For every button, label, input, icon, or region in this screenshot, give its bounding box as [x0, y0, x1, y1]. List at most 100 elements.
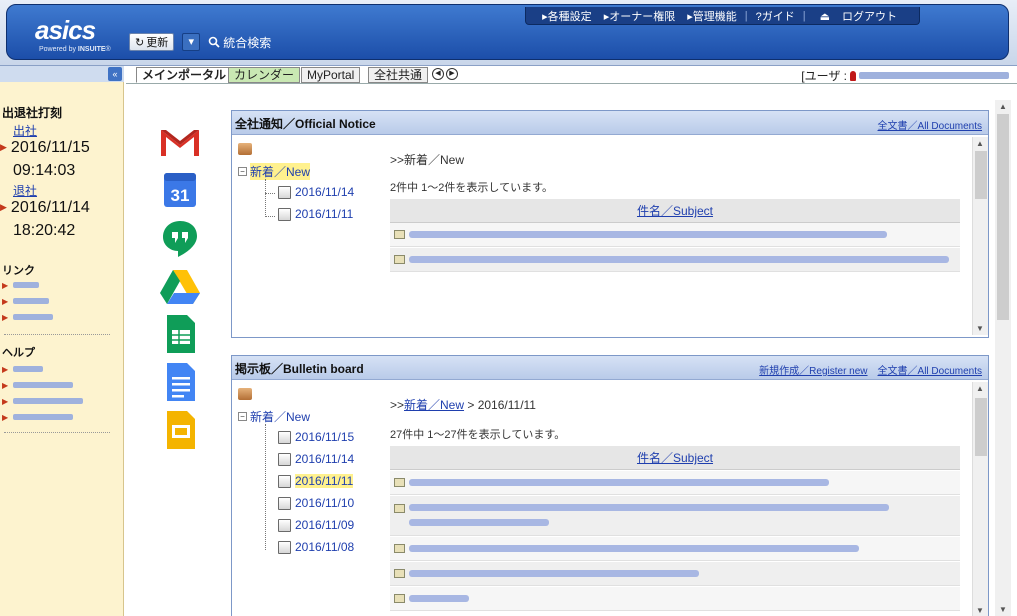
register-new-link[interactable]: 新規作成／Register new [759, 362, 867, 377]
help-link[interactable]: ▶ [2, 380, 74, 390]
scroll-down-icon[interactable]: ▼ [976, 324, 984, 333]
sidebar-link[interactable]: ▶ [2, 296, 50, 306]
tab-next-icon[interactable]: ▶ [446, 68, 458, 80]
tab-main-portal[interactable]: メインポータル [136, 67, 233, 83]
document-icon [278, 474, 291, 488]
message-icon [394, 230, 405, 239]
all-documents-link[interactable]: 全文書／All Documents [878, 362, 982, 377]
scroll-thumb[interactable] [975, 398, 987, 456]
notice-scrollbar[interactable]: ▲ ▼ [972, 137, 988, 335]
search-button[interactable]: 統合検索 [208, 34, 271, 51]
all-documents-link[interactable]: 全文書／All Documents [878, 117, 982, 132]
search-label: 統合検索 [223, 35, 272, 50]
google-docs-icon[interactable] [158, 362, 202, 402]
scroll-thumb[interactable] [997, 114, 1009, 320]
tree-connector [265, 216, 275, 217]
asics-logo[interactable]: asics Powered by INSUITE® [35, 15, 125, 57]
table-row[interactable] [390, 587, 960, 611]
tree-node-new[interactable]: − 新着／New [238, 408, 310, 425]
breadcrumb: >>新着／New > 2016/11/11 [390, 398, 536, 412]
result-count: 2件中 1～2件を表示しています。 [390, 182, 553, 194]
document-icon [278, 207, 291, 221]
table-row[interactable] [390, 248, 960, 272]
help-link[interactable]: ▶ [2, 412, 74, 422]
table-row[interactable] [390, 496, 960, 536]
tree-date-label: 2016/11/14 [295, 452, 355, 466]
tree-date-item[interactable]: 2016/11/14 [278, 452, 354, 466]
collapse-toggle-icon[interactable]: − [238, 167, 247, 176]
breadcrumb-new-link[interactable]: 新着／New [404, 398, 464, 412]
clock-in-time: 09:14:03 [13, 162, 76, 179]
portal-tabs: メインポータル カレンダー MyPortal 全社共通 ◀ ▶ [ユーザ : [126, 66, 1017, 84]
page-scrollbar[interactable]: ▲ ▼ [995, 100, 1011, 616]
message-icon [394, 544, 405, 553]
tree-date-item[interactable]: 2016/11/10 [278, 496, 354, 510]
document-icon [278, 430, 291, 444]
nav-settings[interactable]: ▸各種設定 [536, 8, 598, 24]
collapse-icon[interactable]: « [108, 67, 122, 81]
scroll-up-icon[interactable]: ▲ [976, 139, 984, 148]
google-slides-icon[interactable] [158, 410, 202, 450]
sidebar-band: « [0, 66, 124, 82]
subject-column-header[interactable]: 件名／Subject [390, 199, 960, 223]
panel-links: 新規作成／Register new 全文書／All Documents [759, 362, 982, 377]
refresh-icon: ↻ [135, 36, 145, 49]
tree-date-item[interactable]: 2016/11/09 [278, 518, 354, 532]
attendance-heading: 出退社打刻 [2, 106, 63, 120]
scroll-down-icon[interactable]: ▼ [999, 605, 1007, 614]
subject-column-header[interactable]: 件名／Subject [390, 446, 960, 470]
svg-text:31: 31 [171, 186, 190, 205]
tab-myportal[interactable]: MyPortal [301, 67, 361, 83]
tab-calendar[interactable]: カレンダー [228, 67, 301, 83]
collapse-toggle-icon[interactable]: − [238, 412, 247, 421]
scroll-up-icon[interactable]: ▲ [999, 102, 1007, 111]
google-calendar-icon[interactable]: 31 [158, 170, 202, 210]
message-icon [394, 478, 405, 487]
message-icon [394, 255, 405, 264]
clock-in-link[interactable]: 出社 [13, 122, 37, 139]
help-link[interactable]: ▶ [2, 364, 44, 374]
panel-title: 掲示板／Bulletin board [235, 362, 364, 376]
table-row[interactable] [390, 537, 960, 561]
bulletin-scrollbar[interactable]: ▲ ▼ [972, 382, 988, 616]
hangouts-icon[interactable] [158, 218, 202, 258]
help-link[interactable]: ▶ [2, 396, 84, 406]
tree-node-new[interactable]: − 新着／New [238, 163, 311, 180]
table-row[interactable] [390, 471, 960, 495]
nav-logout[interactable]: ⏏ ログアウト [808, 8, 909, 24]
insuite-app-icon[interactable]: ▾ [182, 33, 201, 51]
tree-date-item[interactable]: 2016/11/08 [278, 540, 354, 554]
tab-all-company[interactable]: 全社共通 [368, 67, 429, 83]
document-icon [278, 452, 291, 466]
tree-date-label: 2016/11/14 [295, 185, 355, 199]
clock-out-link[interactable]: 退社 [13, 182, 37, 199]
tree-date-item[interactable]: 2016/11/14 [278, 185, 354, 199]
tree-date-item-selected[interactable]: 2016/11/11 [278, 474, 354, 488]
user-name-redacted [859, 72, 1009, 79]
refresh-button[interactable]: ↻ 更新 [129, 33, 175, 51]
tree-date-item[interactable]: 2016/11/11 [278, 207, 353, 221]
arrow-icon: ▶ [2, 380, 9, 390]
folder-icon[interactable] [238, 143, 252, 155]
search-icon [208, 36, 220, 48]
nav-guide[interactable]: ?ガイド [750, 8, 801, 24]
nav-admin[interactable]: ▸管理機能 [681, 8, 743, 24]
sidebar-link[interactable]: ▶ [2, 280, 40, 290]
scroll-up-icon[interactable]: ▲ [976, 384, 984, 393]
notice-tree: − 新着／New 2016/11/14 2016/11/11 [238, 143, 378, 221]
sidebar-link[interactable]: ▶ [2, 312, 54, 322]
tree-date-item[interactable]: 2016/11/15 [278, 430, 354, 444]
tab-prev-icon[interactable]: ◀ [432, 68, 444, 80]
scroll-thumb[interactable] [975, 151, 987, 199]
nav-separator: | [744, 9, 748, 22]
nav-owner[interactable]: ▸オーナー権限 [598, 8, 682, 24]
google-drive-icon[interactable] [158, 266, 202, 306]
table-row[interactable] [390, 223, 960, 247]
table-row[interactable] [390, 562, 960, 586]
gmail-icon[interactable] [158, 122, 202, 162]
tree-date-label: 2016/11/09 [295, 518, 355, 532]
scroll-down-icon[interactable]: ▼ [976, 606, 984, 615]
tree-connector [265, 179, 266, 217]
google-sheets-icon[interactable] [158, 314, 202, 354]
folder-icon[interactable] [238, 388, 252, 400]
